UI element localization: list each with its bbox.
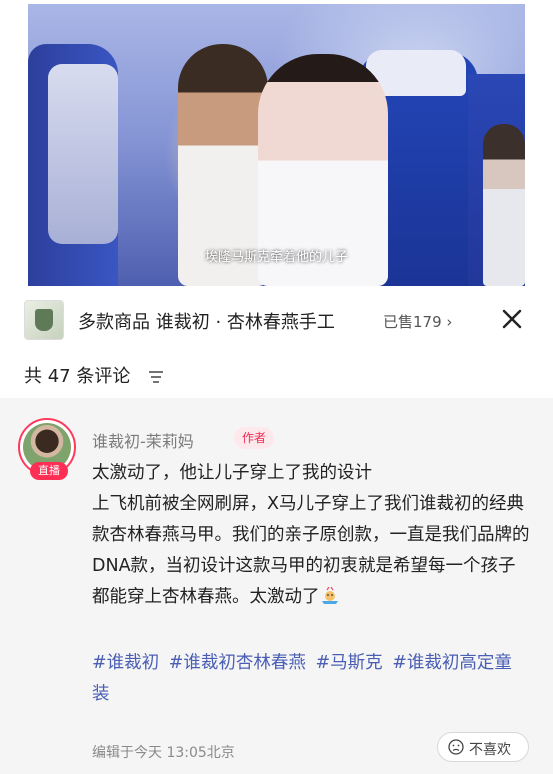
comment-count: 共 47 条评论 [24, 366, 131, 387]
hashtag-link[interactable]: #马斯克 [316, 653, 383, 673]
product-row[interactable]: 多款商品 谁裁初 · 杏林春燕手工 已售179 › [0, 286, 553, 354]
dislike-button[interactable]: 不喜欢 [437, 732, 529, 762]
close-icon[interactable] [497, 304, 527, 334]
celebration-emoji-icon [320, 585, 340, 604]
hashtag-link[interactable]: #谁裁初杏林春燕 [169, 653, 306, 673]
sad-face-icon [448, 739, 464, 755]
comments-sheet: 多款商品 谁裁初 · 杏林春燕手工 已售179 › 共 47 条评论 直播 谁裁… [0, 286, 553, 774]
comment-line-1: 太激动了，他让儿子穿上了我的设计 [92, 463, 372, 483]
sort-lines-icon[interactable] [148, 369, 164, 383]
video-frame[interactable] [28, 4, 525, 286]
live-badge[interactable]: 直播 [30, 462, 68, 480]
product-title[interactable]: 多款商品 谁裁初 · 杏林春燕手工 [78, 308, 335, 334]
commenter-name[interactable]: 谁裁初-茉莉妈 [92, 428, 194, 452]
hashtag-list: #谁裁初 #谁裁初杏林春燕 #马斯克 #谁裁初高定童装 [92, 648, 532, 710]
hashtag-link[interactable]: #谁裁初 [92, 653, 159, 673]
product-sold-count[interactable]: 已售179 › [383, 311, 452, 332]
clothing-thumbnail-icon[interactable] [24, 300, 64, 340]
dislike-label: 不喜欢 [469, 742, 511, 758]
comment-list: 直播 谁裁初-茉莉妈 作者 太激动了，他让儿子穿上了我的设计 上飞机前被全网刷屏… [0, 398, 553, 774]
author-tag: 作者 [234, 427, 275, 449]
video-subtitle: 埃隆马斯克牵着他的儿子 [204, 250, 348, 265]
comment-line-2-text: 上飞机前被全网刷屏，X马儿子穿上了我们谁裁初的经典款杏林春燕马甲。我们的亲子原创… [92, 494, 530, 607]
airplane-seat-headrest [48, 64, 118, 244]
comment-line-2: 上飞机前被全网刷屏，X马儿子穿上了我们谁裁初的经典款杏林春燕马甲。我们的亲子原创… [92, 489, 532, 613]
comment-count-row: 共 47 条评论 [0, 354, 553, 398]
comment-meta: 编辑于今天 13:05北京 [92, 745, 235, 761]
video-area[interactable]: 埃隆马斯克牵着他的儿子 [0, 0, 553, 300]
comment-text[interactable]: 太激动了，他让儿子穿上了我的设计 上飞机前被全网刷屏，X马儿子穿上了我们谁裁初的… [92, 458, 532, 613]
vest-icon [35, 309, 53, 331]
